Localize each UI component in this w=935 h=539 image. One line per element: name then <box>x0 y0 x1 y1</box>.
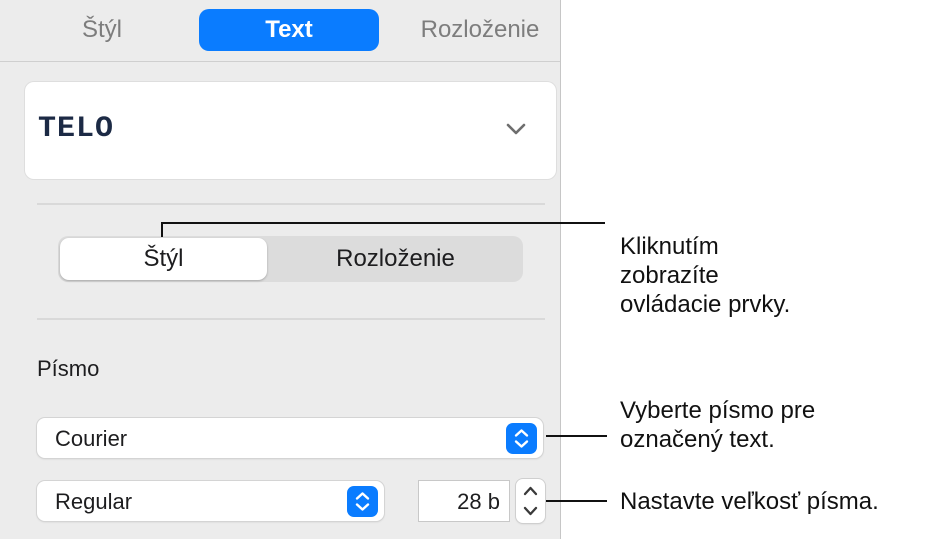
callout-lines <box>161 222 607 502</box>
callout-font-size: Nastavte veľkosť písma. <box>620 488 879 515</box>
callout-font-choice: Vyberte písmo pre označený text. <box>620 397 816 453</box>
callout-style-controls: Kliknutím zobrazíte ovládacie prvky. <box>620 233 791 318</box>
callout-line-style <box>161 222 605 237</box>
